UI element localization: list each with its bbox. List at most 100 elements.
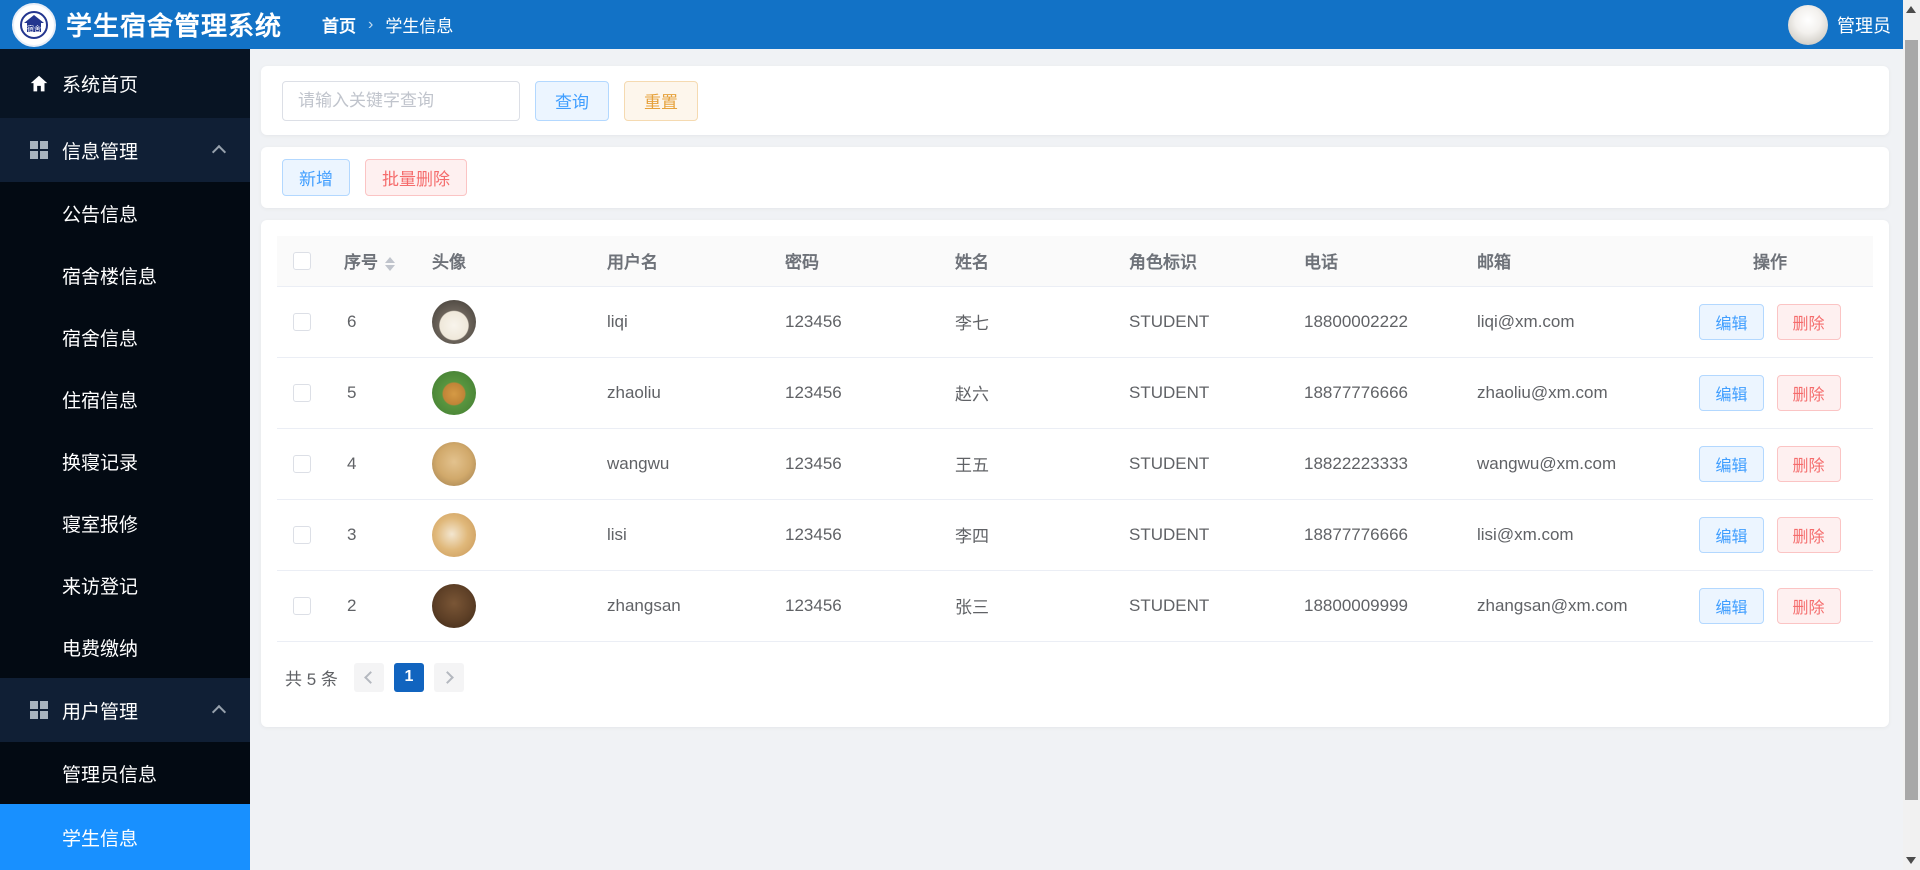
cell-phone: 18822223333 bbox=[1284, 428, 1457, 500]
cell-password: 123456 bbox=[765, 286, 935, 358]
breadcrumb: 首页 › 学生信息 bbox=[322, 12, 453, 37]
sidebar-item-dorm-repair[interactable]: 寝室报修 bbox=[0, 492, 250, 554]
sidebar-item-accommodation-info[interactable]: 住宿信息 bbox=[0, 368, 250, 430]
sidebar-group-user-management[interactable]: 用户管理 bbox=[0, 678, 250, 742]
edit-button[interactable]: 编辑 bbox=[1699, 303, 1764, 340]
prev-page-button[interactable] bbox=[353, 662, 384, 692]
cell-email: zhaoliu@xm.com bbox=[1457, 357, 1667, 429]
sidebar-item-system-home[interactable]: 系统首页 bbox=[0, 49, 250, 118]
col-avatar: 头像 bbox=[412, 236, 587, 287]
cell-phone: 18800002222 bbox=[1284, 286, 1457, 358]
batch-delete-button[interactable]: 批量删除 bbox=[365, 159, 467, 196]
admin-label[interactable]: 管理员 bbox=[1837, 12, 1891, 38]
page-number-active[interactable]: 1 bbox=[393, 662, 424, 692]
row-checkbox[interactable] bbox=[293, 526, 311, 545]
search-input[interactable] bbox=[282, 80, 520, 121]
svg-text:宿舍: 宿舍 bbox=[27, 24, 41, 33]
sidebar-item-label: 宿舍信息 bbox=[62, 328, 139, 350]
sidebar-item-dorm-building-info[interactable]: 宿舍楼信息 bbox=[0, 244, 250, 306]
student-avatar bbox=[432, 370, 476, 415]
cell-name: 赵六 bbox=[935, 357, 1109, 429]
query-button[interactable]: 查询 bbox=[535, 80, 609, 121]
select-all-checkbox[interactable] bbox=[293, 252, 311, 271]
sidebar-item-dorm-info[interactable]: 宿舍信息 bbox=[0, 306, 250, 368]
cell-role: STUDENT bbox=[1109, 499, 1284, 571]
cell-email: wangwu@xm.com bbox=[1457, 428, 1667, 500]
sidebar-group-label: 用户管理 bbox=[62, 701, 139, 723]
breadcrumb-home[interactable]: 首页 bbox=[322, 12, 356, 37]
table-header-row: 序号 头像 用户名 密码 姓名 角色标识 电话 邮箱 操作 bbox=[277, 236, 1873, 287]
search-panel: 查询 重置 bbox=[261, 66, 1889, 135]
delete-button[interactable]: 删除 bbox=[1776, 516, 1841, 553]
sidebar-item-label: 学生信息 bbox=[62, 828, 139, 850]
table-row: 4 wangwu 123456 王五 STUDENT 18822223333 w… bbox=[277, 428, 1873, 500]
edit-button[interactable]: 编辑 bbox=[1699, 516, 1764, 553]
cell-role: STUDENT bbox=[1109, 570, 1284, 642]
cell-password: 123456 bbox=[765, 499, 935, 571]
sidebar-item-label: 电费缴纳 bbox=[62, 638, 139, 660]
sidebar-item-admin-info[interactable]: 管理员信息 bbox=[0, 742, 250, 804]
app-window: 宿舍 学生宿舍管理系统 首页 › 学生信息 管理员 系统首页 信息管理 公告信息… bbox=[0, 0, 1903, 870]
sidebar: 系统首页 信息管理 公告信息 宿舍楼信息 宿舍信息 住宿信息 换寝记录 寝室报修… bbox=[0, 49, 250, 870]
edit-button[interactable]: 编辑 bbox=[1699, 374, 1764, 411]
chevron-left-icon bbox=[364, 670, 377, 684]
sidebar-item-student-info[interactable]: 学生信息 bbox=[0, 804, 250, 870]
sidebar-item-electricity-payment[interactable]: 电费缴纳 bbox=[0, 616, 250, 678]
edit-button[interactable]: 编辑 bbox=[1699, 445, 1764, 482]
col-role: 角色标识 bbox=[1109, 236, 1284, 287]
row-checkbox[interactable] bbox=[293, 455, 311, 474]
sidebar-item-label: 住宿信息 bbox=[62, 390, 139, 412]
sidebar-item-label: 换寝记录 bbox=[62, 452, 139, 474]
scrollbar-thumb[interactable] bbox=[1905, 40, 1918, 800]
student-avatar bbox=[432, 512, 476, 557]
chevron-up-icon bbox=[211, 704, 227, 720]
admin-avatar[interactable] bbox=[1788, 4, 1828, 45]
sidebar-item-label: 宿舍楼信息 bbox=[62, 266, 158, 288]
sidebar-group-label: 信息管理 bbox=[62, 141, 139, 163]
sidebar-item-bed-change-records[interactable]: 换寝记录 bbox=[0, 430, 250, 492]
grid-icon bbox=[30, 141, 48, 159]
add-button[interactable]: 新增 bbox=[282, 159, 350, 196]
sidebar-item-label: 公告信息 bbox=[62, 204, 139, 226]
row-checkbox[interactable] bbox=[293, 384, 311, 403]
sidebar-item-label: 管理员信息 bbox=[62, 764, 158, 786]
admin-menu[interactable]: 管理员 bbox=[1788, 4, 1903, 45]
col-name: 姓名 bbox=[935, 236, 1109, 287]
delete-button[interactable]: 删除 bbox=[1776, 445, 1841, 482]
table-row: 2 zhangsan 123456 张三 STUDENT 18800009999… bbox=[277, 570, 1873, 642]
reset-button[interactable]: 重置 bbox=[624, 80, 698, 121]
cell-email: zhangsan@xm.com bbox=[1457, 570, 1667, 642]
scrollbar-up-arrow-icon[interactable] bbox=[1906, 6, 1916, 13]
delete-button[interactable]: 删除 bbox=[1776, 303, 1841, 340]
cell-username: wangwu bbox=[587, 428, 765, 500]
app-title: 学生宿舍管理系统 bbox=[66, 11, 283, 41]
scrollbar-down-arrow-icon[interactable] bbox=[1906, 857, 1916, 864]
sidebar-item-notice-info[interactable]: 公告信息 bbox=[0, 182, 250, 244]
cell-username: liqi bbox=[587, 286, 765, 358]
student-avatar bbox=[432, 299, 476, 344]
row-checkbox[interactable] bbox=[293, 313, 311, 332]
table-row: 3 lisi 123456 李四 STUDENT 18877776666 lis… bbox=[277, 499, 1873, 571]
main-content: 查询 重置 新增 批量删除 bbox=[250, 49, 1903, 870]
cell-password: 123456 bbox=[765, 357, 935, 429]
edit-button[interactable]: 编辑 bbox=[1699, 587, 1764, 624]
row-checkbox[interactable] bbox=[293, 597, 311, 616]
cell-role: STUDENT bbox=[1109, 286, 1284, 358]
breadcrumb-current: 学生信息 bbox=[385, 17, 454, 36]
cell-email: liqi@xm.com bbox=[1457, 286, 1667, 358]
col-password: 密码 bbox=[765, 236, 935, 287]
cell-name: 王五 bbox=[935, 428, 1109, 500]
cell-index: 2 bbox=[327, 570, 412, 642]
top-header: 宿舍 学生宿舍管理系统 首页 › 学生信息 管理员 bbox=[0, 0, 1903, 49]
app-logo-icon: 宿舍 bbox=[12, 2, 56, 47]
sidebar-item-visitor-registration[interactable]: 来访登记 bbox=[0, 554, 250, 616]
delete-button[interactable]: 删除 bbox=[1776, 374, 1841, 411]
browser-scrollbar[interactable] bbox=[1903, 0, 1920, 870]
col-actions: 操作 bbox=[1667, 236, 1873, 287]
sort-caret-icon[interactable] bbox=[385, 256, 395, 271]
sidebar-group-info-management[interactable]: 信息管理 bbox=[0, 118, 250, 182]
student-table: 序号 头像 用户名 密码 姓名 角色标识 电话 邮箱 操作 6 liqi 123… bbox=[277, 236, 1873, 642]
next-page-button[interactable] bbox=[433, 662, 464, 692]
cell-index: 5 bbox=[327, 357, 412, 429]
delete-button[interactable]: 删除 bbox=[1776, 587, 1841, 624]
